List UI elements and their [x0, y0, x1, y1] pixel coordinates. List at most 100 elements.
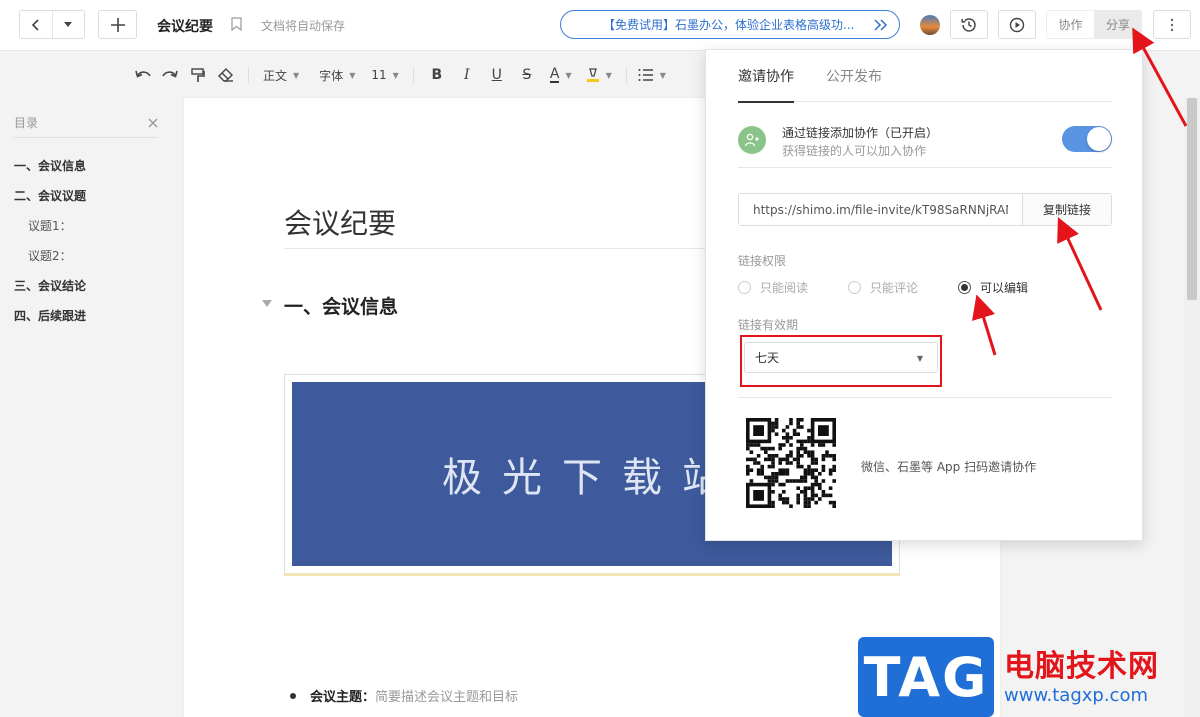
undo-icon	[135, 70, 151, 78]
caret-down-icon: ▼	[605, 70, 612, 80]
undo-button[interactable]	[130, 62, 156, 88]
promo-banner[interactable]: 【免费试用】石墨办公，体验企业表格高级功...	[560, 10, 900, 39]
toolbar-divider	[248, 67, 249, 83]
font-size-label: 11	[371, 68, 387, 82]
font-family-select[interactable]: 字体 ▼	[313, 62, 361, 88]
history-dropdown-button[interactable]	[51, 11, 85, 38]
arrow-to-share	[1132, 27, 1188, 127]
radio-label: 只能评论	[870, 281, 919, 295]
permission-can-edit[interactable]: 可以编辑	[958, 279, 1028, 296]
top-bar: 会议纪要 文档将自动保存 【免费试用】石墨办公，体验企业表格高级功... 协作 …	[0, 0, 1200, 51]
more-button[interactable]	[1153, 10, 1191, 39]
promo-text: 【免费试用】石墨办公，体验企业表格高级功...	[603, 18, 855, 32]
page-title[interactable]: 会议纪要	[284, 202, 396, 242]
qr-divider	[738, 397, 1112, 398]
redo-button[interactable]	[156, 62, 184, 88]
add-user-icon	[738, 126, 766, 154]
invite-subtitle: 获得链接的人可以加入协作	[782, 144, 927, 158]
list-item[interactable]: 会议主题： 简要描述会议主题和目标	[290, 686, 518, 705]
paragraph-style-label: 正文	[263, 68, 288, 83]
toc-item[interactable]: 议题2：	[14, 240, 158, 270]
permission-radio-group: 只能阅读 只能评论 可以编辑	[738, 279, 1068, 296]
collapse-triangle-icon[interactable]	[262, 300, 272, 307]
invite-by-link-row: 通过链接添加协作（已开启） 获得链接的人可以加入协作	[738, 122, 1112, 168]
bullet-label: 会议主题：	[310, 690, 376, 705]
present-button[interactable]	[998, 10, 1036, 39]
toc-item[interactable]: 三、会议结论	[14, 270, 158, 300]
chevron-left-icon	[31, 18, 39, 31]
toc-item[interactable]: 二、会议议题	[14, 180, 158, 210]
toc-item[interactable]: 议题1：	[14, 210, 158, 240]
tab-publish[interactable]: 公开发布	[826, 50, 882, 102]
copy-link-button[interactable]: 复制链接	[1023, 194, 1111, 225]
caret-down-icon: ▼	[392, 70, 399, 80]
table-of-contents: 目录 一、会议信息 二、会议议题 议题1： 议题2： 三、会议结论 四、后续跟进	[14, 108, 158, 330]
redo-icon	[162, 70, 178, 78]
section-heading[interactable]: 一、会议信息	[284, 292, 398, 319]
toc-list: 一、会议信息 二、会议议题 议题1： 议题2： 三、会议结论 四、后续跟进	[14, 150, 158, 330]
bullet-description: 简要描述会议主题和目标	[375, 690, 519, 705]
toc-item[interactable]: 四、后续跟进	[14, 300, 158, 330]
history-button[interactable]	[950, 10, 988, 39]
share-popover: 邀请协作 公开发布 通过链接添加协作（已开启） 获得链接的人可以加入协作 复制链…	[705, 49, 1143, 541]
bold-button[interactable]: B	[422, 62, 452, 88]
clear-format-button[interactable]	[212, 62, 240, 88]
toolbar-divider	[412, 67, 414, 83]
collab-button[interactable]: 协作	[1046, 10, 1094, 39]
strikethrough-button[interactable]: S	[512, 62, 542, 88]
scrollbar-thumb[interactable]	[1187, 98, 1197, 300]
caret-down-icon	[64, 21, 73, 27]
font-color-button[interactable]: A ▼	[542, 62, 580, 88]
annotation-highlight-box	[740, 335, 942, 387]
bullet-dot	[290, 692, 296, 699]
back-nav-group	[19, 10, 85, 39]
radio-circle	[738, 281, 751, 294]
caret-down-icon: ▼	[293, 70, 300, 80]
invite-link-box: 复制链接	[738, 193, 1112, 226]
logo-site-name: 电脑技术网	[1004, 649, 1159, 684]
invite-link-input[interactable]	[739, 194, 1023, 225]
font-family-label: 字体	[319, 68, 344, 83]
toc-header: 目录	[14, 108, 158, 138]
radio-label: 只能阅读	[760, 281, 809, 295]
play-circle-icon	[1009, 17, 1025, 32]
share-tabs: 邀请协作 公开发布	[738, 50, 1112, 103]
permission-read-only[interactable]: 只能阅读	[738, 279, 808, 296]
format-painter-icon	[191, 67, 205, 82]
doc-title[interactable]: 会议纪要	[157, 16, 213, 36]
list-button[interactable]: ▼	[635, 62, 669, 88]
radio-circle	[958, 281, 972, 294]
new-doc-button[interactable]	[98, 10, 137, 39]
font-color-icon: A	[549, 66, 560, 83]
toolbar-divider	[625, 67, 627, 83]
radio-circle	[848, 281, 862, 294]
invite-link-toggle[interactable]	[1062, 126, 1112, 152]
share-button[interactable]: 分享	[1094, 10, 1142, 39]
toc-item[interactable]: 一、会议信息	[14, 150, 158, 180]
back-button[interactable]	[20, 11, 52, 38]
plus-icon	[110, 17, 125, 32]
tab-invite[interactable]: 邀请协作	[738, 50, 794, 103]
format-painter-button[interactable]	[184, 62, 212, 88]
underline-button[interactable]: U	[482, 62, 512, 88]
permission-comment-only[interactable]: 只能评论	[848, 279, 918, 296]
italic-button[interactable]: I	[452, 62, 482, 88]
watermark-logo: TAG 电脑技术网 www.tagxp.com	[858, 637, 1200, 717]
font-size-select[interactable]: 11 ▼	[365, 62, 404, 88]
close-icon[interactable]	[148, 118, 158, 128]
expiry-label: 链接有效期	[738, 318, 799, 332]
logo-url: www.tagxp.com	[1004, 685, 1148, 706]
highlight-color-button[interactable]: ▼	[580, 62, 618, 88]
numbered-list-icon	[638, 69, 653, 81]
scrollbar[interactable]	[1184, 98, 1200, 717]
history-clock-icon	[961, 17, 976, 32]
eraser-icon	[218, 68, 233, 82]
autosave-status: 文档将自动保存	[261, 19, 346, 33]
double-chevron-right-icon	[874, 19, 888, 31]
banner-text: 极光下载站	[442, 455, 742, 501]
invite-title: 通过链接添加协作（已开启）	[782, 126, 939, 140]
logo-tag-text: TAG	[858, 637, 994, 717]
paragraph-style-select[interactable]: 正文 ▼	[257, 62, 305, 88]
bookmark-icon[interactable]	[231, 17, 242, 35]
avatar[interactable]	[920, 15, 940, 35]
